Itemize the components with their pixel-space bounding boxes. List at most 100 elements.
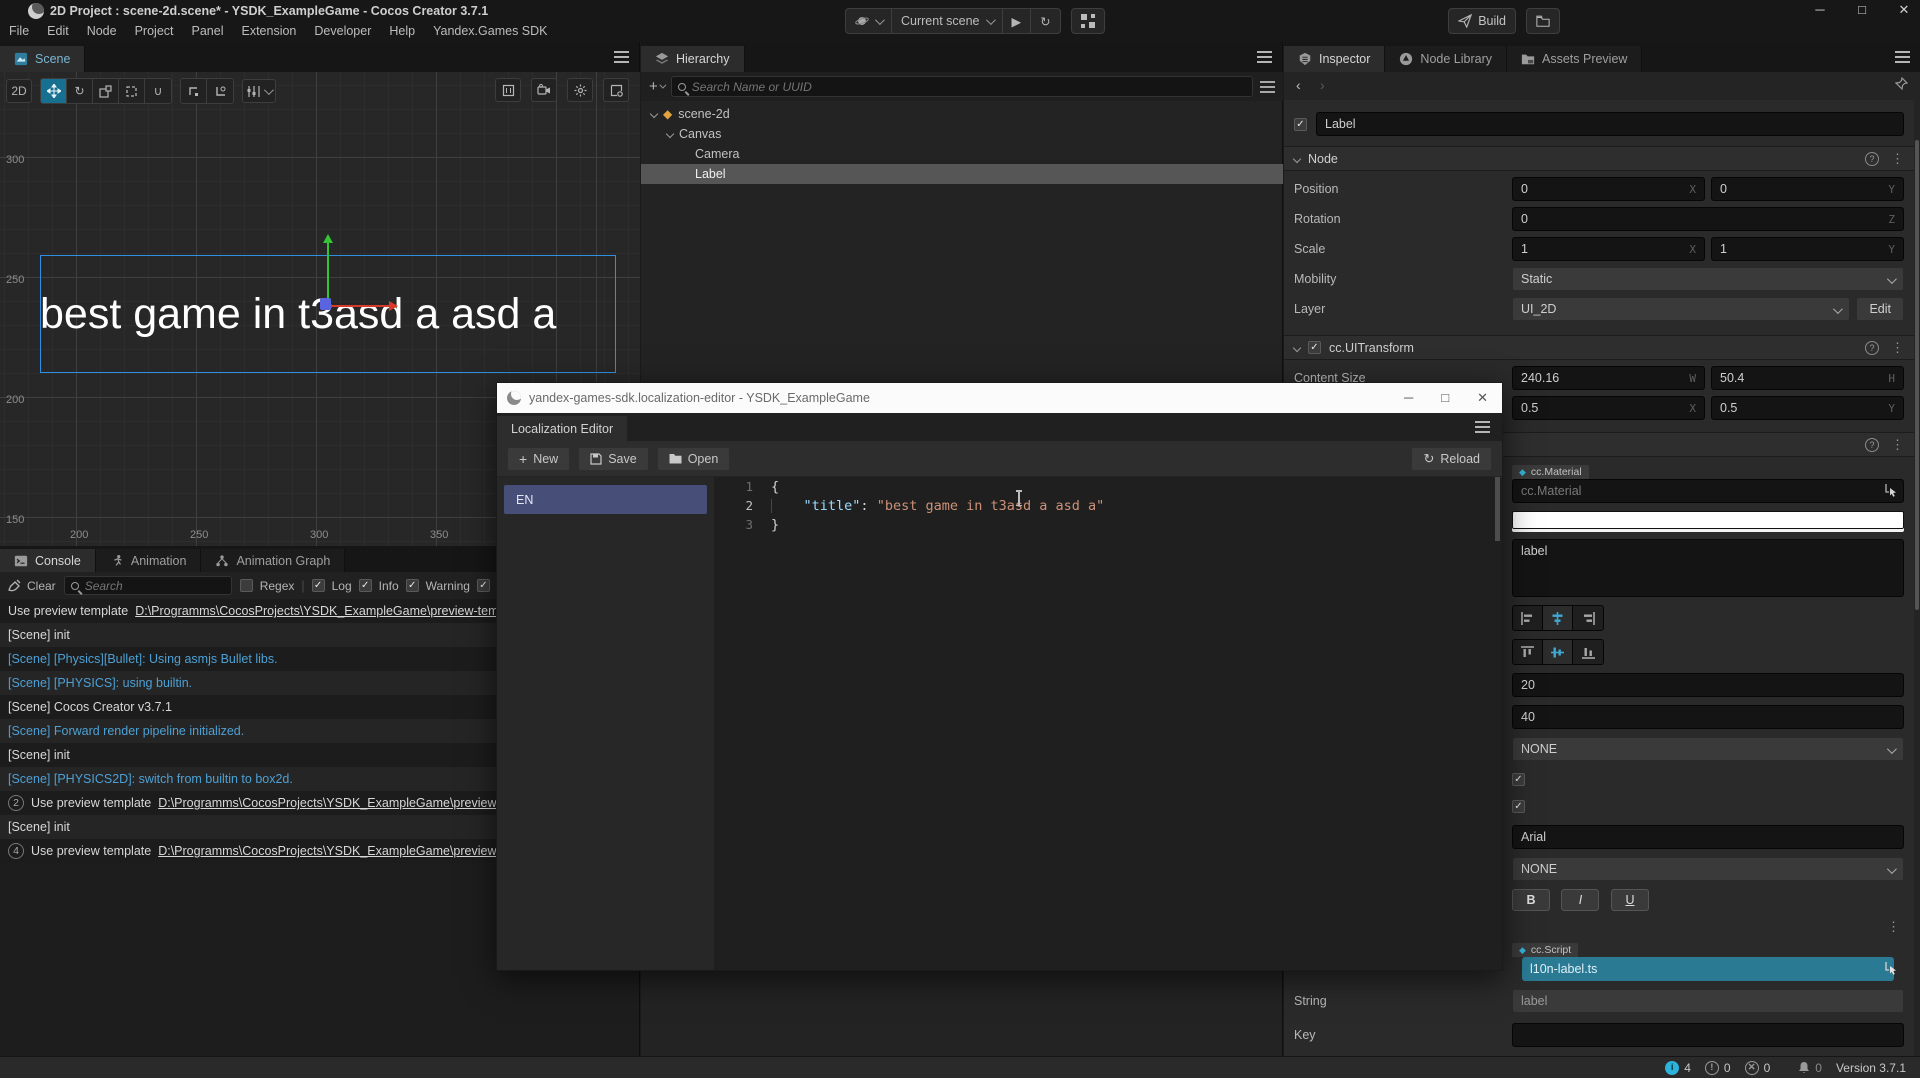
tab-hierarchy[interactable]: Hierarchy [641, 46, 745, 72]
anchor-x-input[interactable]: 0.5X [1512, 396, 1705, 420]
info-filter-checkbox[interactable]: ✓ [359, 579, 372, 592]
layer-select[interactable]: UI_2D [1512, 297, 1850, 321]
kebab-menu-icon[interactable]: ⋮ [1891, 340, 1904, 356]
scene-camera-button[interactable] [531, 78, 557, 102]
back-arrow-icon[interactable]: ‹ [1296, 77, 1301, 93]
scale-tool-button[interactable] [93, 79, 119, 103]
string-value-field[interactable]: label [1512, 989, 1904, 1013]
tree-node-camera[interactable]: Camera [641, 144, 1283, 164]
asset-picker-icon[interactable] [1885, 961, 1898, 975]
editor-scrollbar[interactable] [1495, 477, 1500, 541]
console-search-input[interactable] [85, 579, 225, 593]
forward-arrow-icon[interactable]: › [1320, 77, 1325, 93]
code-line[interactable]: 2 "title": "best game in t3asd a asd a" [715, 496, 1502, 515]
scale-x-input[interactable]: 1X [1512, 237, 1705, 261]
preview-qr-button[interactable] [1071, 8, 1105, 34]
font-family-input[interactable]: Arial [1512, 825, 1904, 849]
font-size-input[interactable]: 20 [1512, 673, 1904, 697]
snap-settings-button[interactable] [242, 79, 276, 103]
2d-mode-button[interactable]: 2D [6, 79, 32, 103]
save-button[interactable]: Save [578, 447, 649, 471]
scene-menu-icon[interactable] [614, 51, 629, 63]
rect-tool-button[interactable] [119, 79, 145, 103]
content-width-input[interactable]: 240.16W [1512, 366, 1705, 390]
code-line[interactable]: 3} [715, 515, 1502, 534]
layer-edit-button[interactable]: Edit [1856, 297, 1904, 321]
menu-item-project[interactable]: Project [126, 22, 183, 40]
tab-scene[interactable]: Scene [0, 46, 85, 72]
inspector-menu-icon[interactable] [1895, 51, 1910, 63]
close-button[interactable]: ✕ [1896, 2, 1912, 18]
align-top-button[interactable] [1513, 640, 1543, 664]
position-x-input[interactable]: 0X [1512, 177, 1705, 201]
clear-console-button[interactable]: Clear [8, 579, 56, 593]
menu-item-file[interactable]: File [0, 22, 38, 40]
tab-animation-graph[interactable]: Animation Graph [201, 549, 345, 572]
tab-console[interactable]: Console [0, 549, 96, 572]
gizmo-visibility-button[interactable] [495, 78, 521, 102]
label-string-textarea[interactable]: label [1512, 539, 1904, 597]
maximize-button[interactable]: □ [1441, 390, 1449, 406]
kebab-menu-icon[interactable]: ⋮ [1891, 437, 1904, 453]
menu-item-help[interactable]: Help [380, 22, 424, 40]
notification-counter[interactable]: 0 [1798, 1061, 1822, 1075]
menu-item-edit[interactable]: Edit [38, 22, 78, 40]
expander-icon[interactable] [650, 110, 658, 118]
tab-localization-editor[interactable]: Localization Editor [497, 416, 627, 441]
kebab-menu-icon[interactable]: ⋮ [1887, 919, 1900, 935]
pivot-toggle-button[interactable] [181, 79, 207, 103]
create-node-button[interactable]: + [649, 78, 664, 95]
script-asset-field[interactable]: l10n-label.ts [1522, 957, 1894, 981]
uitransform-section-header[interactable]: ✓ cc.UITransform ?⋮ [1284, 335, 1914, 360]
build-button[interactable]: Build [1448, 8, 1516, 34]
warning-counter[interactable]: ! 0 [1705, 1061, 1731, 1075]
scene-settings-button[interactable] [567, 78, 593, 102]
anchor-y-input[interactable]: 0.5Y [1711, 396, 1904, 420]
minimize-button[interactable]: ─ [1404, 390, 1413, 406]
open-button[interactable]: Open [657, 447, 731, 471]
align-middle-button[interactable] [1543, 640, 1573, 664]
scene-selector-dropdown[interactable]: Current scene [892, 9, 1003, 33]
bold-button[interactable]: B [1512, 889, 1550, 911]
material-asset-field[interactable]: cc.Material [1512, 479, 1904, 503]
hierarchy-menu-icon[interactable] [1257, 51, 1272, 63]
gizmo-x-axis-arrow[interactable] [328, 305, 394, 307]
tab-assets-preview[interactable]: Assets Preview [1507, 46, 1642, 72]
tree-node-canvas[interactable]: Canvas [641, 124, 1283, 144]
tab-animation[interactable]: Animation [96, 549, 202, 572]
node-name-input[interactable]: Label [1316, 112, 1904, 136]
label-option-checkbox-1[interactable]: ✓ [1512, 773, 1525, 786]
tree-node-scene-2d[interactable]: ◆scene-2d [641, 104, 1283, 124]
scale-y-input[interactable]: 1Y [1711, 237, 1904, 261]
new-button[interactable]: + New [507, 447, 570, 471]
uitransform-enabled-checkbox[interactable]: ✓ [1308, 341, 1321, 354]
close-button[interactable]: ✕ [1477, 390, 1488, 406]
align-left-button[interactable] [1513, 606, 1543, 630]
localization-window-titlebar[interactable]: yandex-games-sdk.localization-editor - Y… [497, 383, 1502, 413]
key-input[interactable] [1512, 1023, 1904, 1047]
rotation-z-input[interactable]: 0Z [1512, 207, 1904, 231]
help-icon[interactable]: ? [1865, 341, 1879, 355]
refresh-button[interactable]: ↻ [1031, 9, 1059, 33]
move-tool-button[interactable] [41, 79, 67, 103]
expander-icon[interactable] [666, 130, 674, 138]
menu-item-extension[interactable]: Extension [232, 22, 305, 40]
pin-icon[interactable] [1895, 77, 1908, 90]
scene-view-config-button[interactable] [603, 78, 629, 102]
log-link[interactable]: D:\Programms\CocosProjects\YSDK_ExampleG… [135, 604, 518, 618]
open-build-folder-button[interactable] [1526, 8, 1560, 34]
gizmo-tool-button[interactable]: ∪ [145, 79, 171, 103]
regex-filter-checkbox[interactable]: ✓ [240, 579, 253, 592]
menu-item-developer[interactable]: Developer [305, 22, 380, 40]
help-icon[interactable]: ? [1865, 438, 1879, 452]
node-section-header[interactable]: Node ?⋮ [1284, 146, 1914, 171]
log-link[interactable]: D:\Programms\CocosProjects\YSDK_ExampleG… [158, 844, 521, 858]
tab-node-library[interactable]: Node Library [1385, 46, 1507, 72]
reload-button[interactable]: ↻ Reload [1411, 447, 1492, 471]
localization-code-editor[interactable]: 1{2 "title": "best game in t3asd a asd a… [715, 477, 1502, 970]
info-counter[interactable]: i 4 [1665, 1061, 1691, 1075]
underline-button[interactable]: U [1611, 889, 1649, 911]
asset-picker-icon[interactable] [1885, 483, 1898, 497]
kebab-menu-icon[interactable]: ⋮ [1891, 151, 1904, 167]
menu-item-yandex-games-sdk[interactable]: Yandex.Games SDK [424, 22, 556, 40]
